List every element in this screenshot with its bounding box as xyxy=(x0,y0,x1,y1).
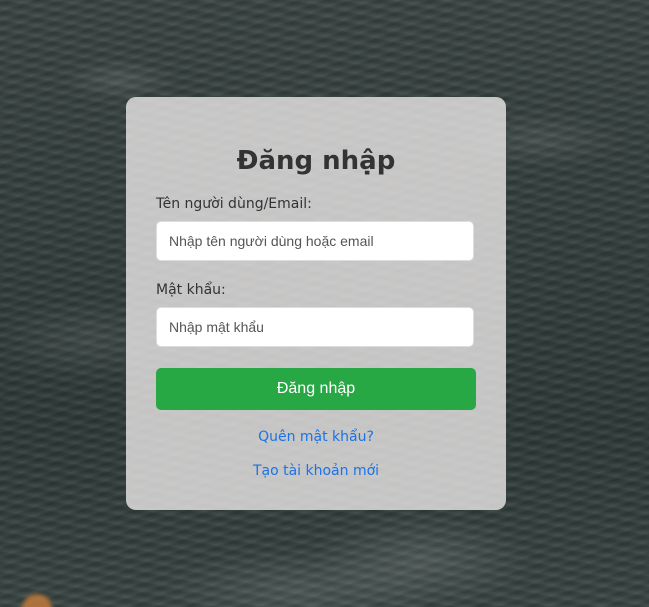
login-title: Đăng nhập xyxy=(236,146,396,176)
login-button[interactable]: Đăng nhập xyxy=(156,368,476,410)
forgot-password-link[interactable]: Quên mật khẩu? xyxy=(156,428,476,446)
password-input[interactable] xyxy=(156,307,474,347)
login-card: Đăng nhập Tên người dùng/Email: Mật khẩu… xyxy=(126,97,506,510)
username-label: Tên người dùng/Email: xyxy=(156,196,312,212)
password-label: Mật khẩu: xyxy=(156,282,226,298)
username-input[interactable] xyxy=(156,221,474,261)
create-account-link[interactable]: Tạo tài khoản mới xyxy=(156,462,476,480)
background-light-spot xyxy=(22,594,52,607)
